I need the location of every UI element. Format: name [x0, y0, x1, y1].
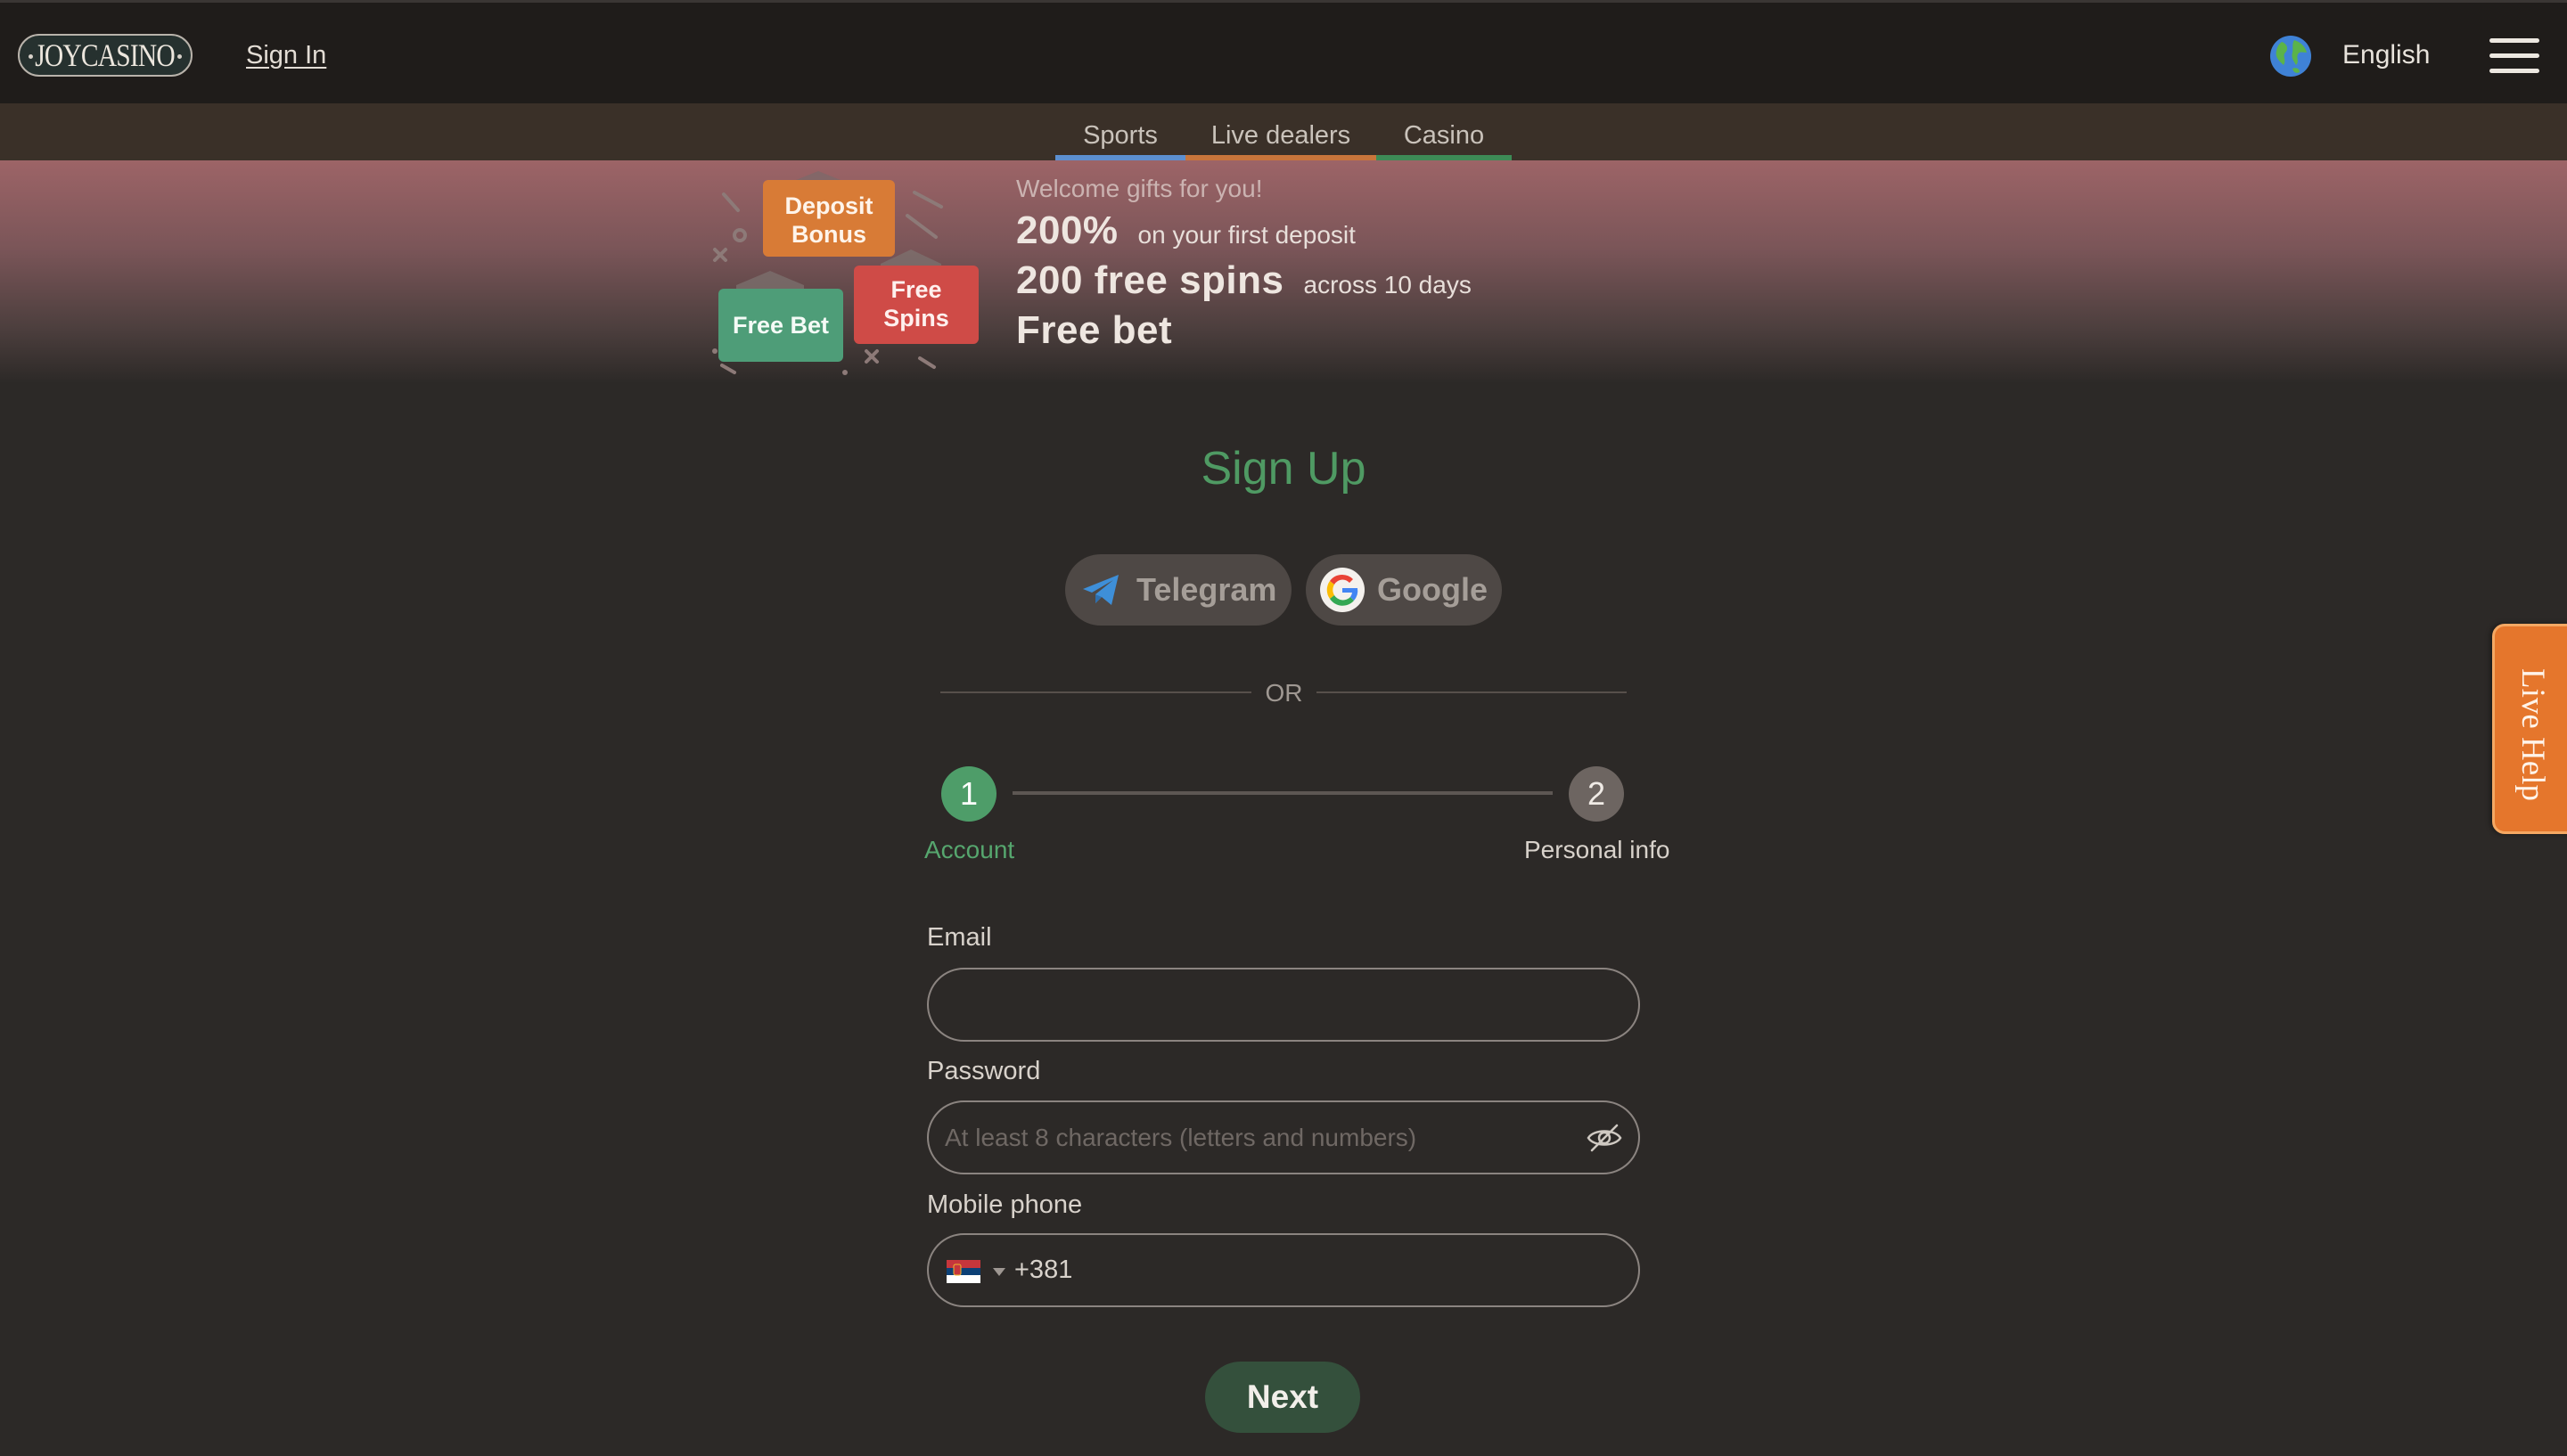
- promo-spins-text: across 10 days: [1303, 271, 1472, 299]
- tab-live-dealers[interactable]: Live dealers: [1185, 103, 1376, 160]
- promo-welcome: Welcome gifts for you!: [1016, 175, 1263, 202]
- password-label: Password: [927, 1057, 1041, 1085]
- logo-text: JOYCASINO: [35, 37, 176, 73]
- step-1-label: Account: [924, 836, 1015, 863]
- telegram-label: Telegram: [1136, 571, 1277, 608]
- promo-text: Welcome gifts for you! 200% on your firs…: [1016, 175, 1472, 353]
- promo-deposit-text: on your first deposit: [1137, 221, 1356, 249]
- sign-up-title: Sign Up: [1201, 443, 1366, 495]
- divider-left: [940, 691, 1251, 693]
- email-field-container: [927, 968, 1640, 1042]
- mobile-phone-label: Mobile phone: [927, 1190, 1083, 1219]
- promo-free-spins: 200 free spins: [1016, 258, 1284, 302]
- serbia-flag-icon[interactable]: [947, 1260, 980, 1283]
- eye-hidden-icon[interactable]: [1585, 1118, 1624, 1157]
- telegram-icon: [1083, 575, 1119, 605]
- email-field[interactable]: [945, 969, 1551, 1040]
- step-1-indicator: 1: [941, 766, 996, 822]
- promo-deposit-percent: 200%: [1016, 209, 1119, 252]
- live-help-label[interactable]: Live Help: [2505, 668, 2559, 801]
- globe-icon[interactable]: [2269, 35, 2312, 78]
- email-label: Email: [927, 923, 992, 952]
- or-separator: OR: [1265, 679, 1303, 707]
- free-bet-label: Free Bet: [733, 312, 829, 339]
- step-progress-line: [1013, 791, 1553, 795]
- logo[interactable]: JOYCASINO: [18, 34, 193, 77]
- chevron-down-icon[interactable]: [993, 1268, 1005, 1276]
- tab-sports[interactable]: Sports: [1055, 103, 1185, 160]
- google-icon: [1320, 568, 1365, 612]
- next-button[interactable]: Next: [1205, 1362, 1360, 1433]
- google-signup-button[interactable]: Google: [1306, 554, 1502, 626]
- promo-line-deposit: 200% on your first deposit: [1016, 209, 1472, 253]
- phone-country-code[interactable]: +381: [1014, 1256, 1072, 1285]
- step-2-label: Personal info: [1524, 836, 1670, 863]
- phone-field-container: +381: [927, 1233, 1640, 1307]
- password-field[interactable]: [945, 1102, 1551, 1173]
- google-label: Google: [1377, 571, 1488, 608]
- password-field-container: [927, 1100, 1640, 1174]
- sign-in-link[interactable]: Sign In: [246, 41, 326, 70]
- promo-line-spins: 200 free spins across 10 days: [1016, 258, 1472, 303]
- free-spins-label: Free: [890, 276, 941, 303]
- tab-casino[interactable]: Casino: [1376, 103, 1512, 160]
- section-nav: Sports Live dealers Casino: [0, 103, 2567, 160]
- top-bar: JOYCASINO Sign In English: [0, 0, 2567, 103]
- language-label[interactable]: English: [2342, 40, 2430, 70]
- promo-free-bet: Free bet: [1016, 308, 1173, 352]
- bonus-gifts-illustration: Deposit Bonus Free Bet Free Spins: [712, 171, 979, 375]
- step-2-indicator: 2: [1569, 766, 1624, 822]
- divider-right: [1316, 691, 1627, 693]
- welcome-promo-banner: Deposit Bonus Free Bet Free Spins Welcom…: [0, 160, 2567, 383]
- deposit-bonus-label: Deposit: [784, 192, 873, 219]
- deposit-bonus-label-2: Bonus: [791, 221, 866, 248]
- telegram-signup-button[interactable]: Telegram: [1065, 554, 1292, 626]
- hamburger-menu-icon[interactable]: [2489, 37, 2539, 76]
- promo-line-bet: Free bet: [1016, 308, 1472, 353]
- free-spins-label-2: Spins: [883, 305, 949, 331]
